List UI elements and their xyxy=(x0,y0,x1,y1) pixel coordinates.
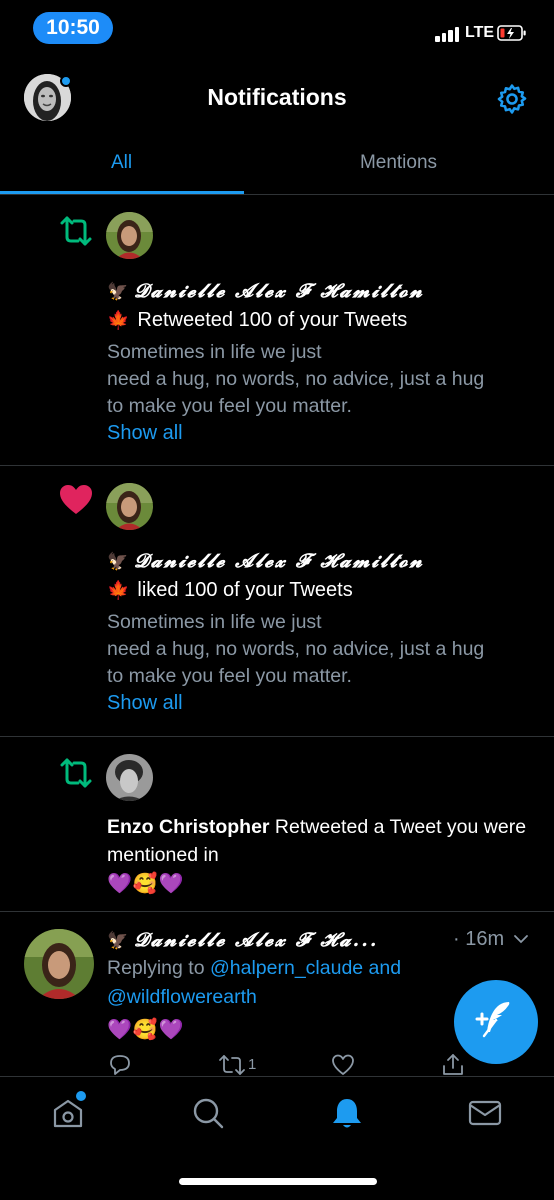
tab-mentions[interactable]: Mentions xyxy=(277,138,520,195)
home-indicator xyxy=(179,1178,377,1185)
show-all-link[interactable]: Show all xyxy=(107,422,183,445)
reply-context: Replying to @halpern_claude and xyxy=(107,957,402,979)
show-all-link[interactable]: Show all xyxy=(107,692,183,715)
header: Notifications xyxy=(0,58,554,138)
tweet-avatar[interactable] xyxy=(24,929,94,999)
reply-icon[interactable] xyxy=(107,1052,133,1078)
emoji-preview: 💜🥰💜 xyxy=(107,873,185,895)
status-bar: 10:50 LTE xyxy=(0,0,554,58)
compose-icon xyxy=(475,1002,510,1038)
notification-action: liked 100 of your Tweets xyxy=(137,579,353,601)
maple-leaf-icon: 🍁 xyxy=(107,310,130,330)
notification-item[interactable]: Enzo Christopher Retweeted a Tweet you w… xyxy=(0,737,554,912)
retweet-icon[interactable] xyxy=(217,1052,247,1078)
page-title: Notifications xyxy=(207,84,347,110)
status-time: 10:50 xyxy=(33,12,113,44)
tweet-preview[interactable]: Sometimes in life we just need a hug, no… xyxy=(107,609,537,690)
notification-text: Enzo Christopher Retweeted a Tweet you w… xyxy=(107,816,527,866)
user-name[interactable]: 𝓓𝓪𝓷𝓲𝓮𝓵𝓵𝓮 𝓐𝓵𝓮𝔁 𝓕 𝓗𝓪𝓶𝓲𝓵𝓽𝓸𝓷 xyxy=(134,550,424,572)
notification-item[interactable]: 🦅 𝓓𝓪𝓷𝓲𝓮𝓵𝓵𝓮 𝓐𝓵𝓮𝔁 𝓕 𝓗𝓪𝓶𝓲𝓵𝓽𝓸𝓷 🍁 liked 100 of … xyxy=(0,466,554,737)
active-tab-indicator xyxy=(0,191,244,194)
compose-tweet-button[interactable] xyxy=(454,980,538,1064)
tweet-author-name[interactable]: 𝓓𝓪𝓷𝓲𝓮𝓵𝓵𝓮 𝓐𝓵𝓮𝔁 𝓕 𝓗𝓪... xyxy=(134,929,378,951)
notification-item[interactable]: 🦅 𝓓𝓪𝓷𝓲𝓮𝓵𝓵𝓮 𝓐𝓵𝓮𝔁 𝓕 𝓗𝓪𝓶𝓲𝓵𝓽𝓸𝓷 🍁 Retweeted 100… xyxy=(0,196,554,466)
notification-action: Retweeted 100 of your Tweets xyxy=(137,309,408,331)
mail-icon[interactable] xyxy=(467,1095,503,1131)
heart-icon xyxy=(60,485,92,514)
maple-leaf-icon: 🍁 xyxy=(107,580,130,600)
user-name[interactable]: Enzo Christopher xyxy=(107,816,270,838)
heart-icon[interactable] xyxy=(330,1052,356,1078)
avatar[interactable] xyxy=(106,483,153,530)
retweet-icon xyxy=(60,758,92,788)
network-label: LTE xyxy=(465,24,495,41)
user-name[interactable]: 𝓓𝓪𝓷𝓲𝓮𝓵𝓵𝓮 𝓐𝓵𝓮𝔁 𝓕 𝓗𝓪𝓶𝓲𝓵𝓽𝓸𝓷 xyxy=(134,280,424,302)
eagle-icon: 🦅 xyxy=(107,552,129,572)
eagle-icon: 🦅 xyxy=(107,282,129,302)
tab-all[interactable]: All xyxy=(0,138,243,195)
bell-icon[interactable] xyxy=(329,1095,365,1131)
mention-link[interactable]: @halpern_claude xyxy=(210,957,363,979)
tab-bar: All Mentions xyxy=(0,138,554,195)
retweet-count: 1 xyxy=(248,1056,257,1073)
retweet-icon xyxy=(60,216,92,246)
eagle-icon: 🦅 xyxy=(107,931,129,951)
mention-link[interactable]: @wildflowerearth xyxy=(107,986,257,1008)
tweet-timestamp: · 16m xyxy=(453,928,505,950)
tweet-preview[interactable]: Sometimes in life we just need a hug, no… xyxy=(107,339,537,420)
signal-icon xyxy=(435,24,461,42)
chevron-down-icon[interactable] xyxy=(512,930,530,948)
home-unread-dot xyxy=(76,1091,86,1101)
tweet-text: 💜🥰💜 xyxy=(107,1019,185,1041)
avatar[interactable] xyxy=(106,212,153,259)
avatar[interactable] xyxy=(106,754,153,801)
battery-icon xyxy=(497,25,526,41)
gear-icon[interactable] xyxy=(495,82,529,116)
search-icon[interactable] xyxy=(190,1095,226,1131)
